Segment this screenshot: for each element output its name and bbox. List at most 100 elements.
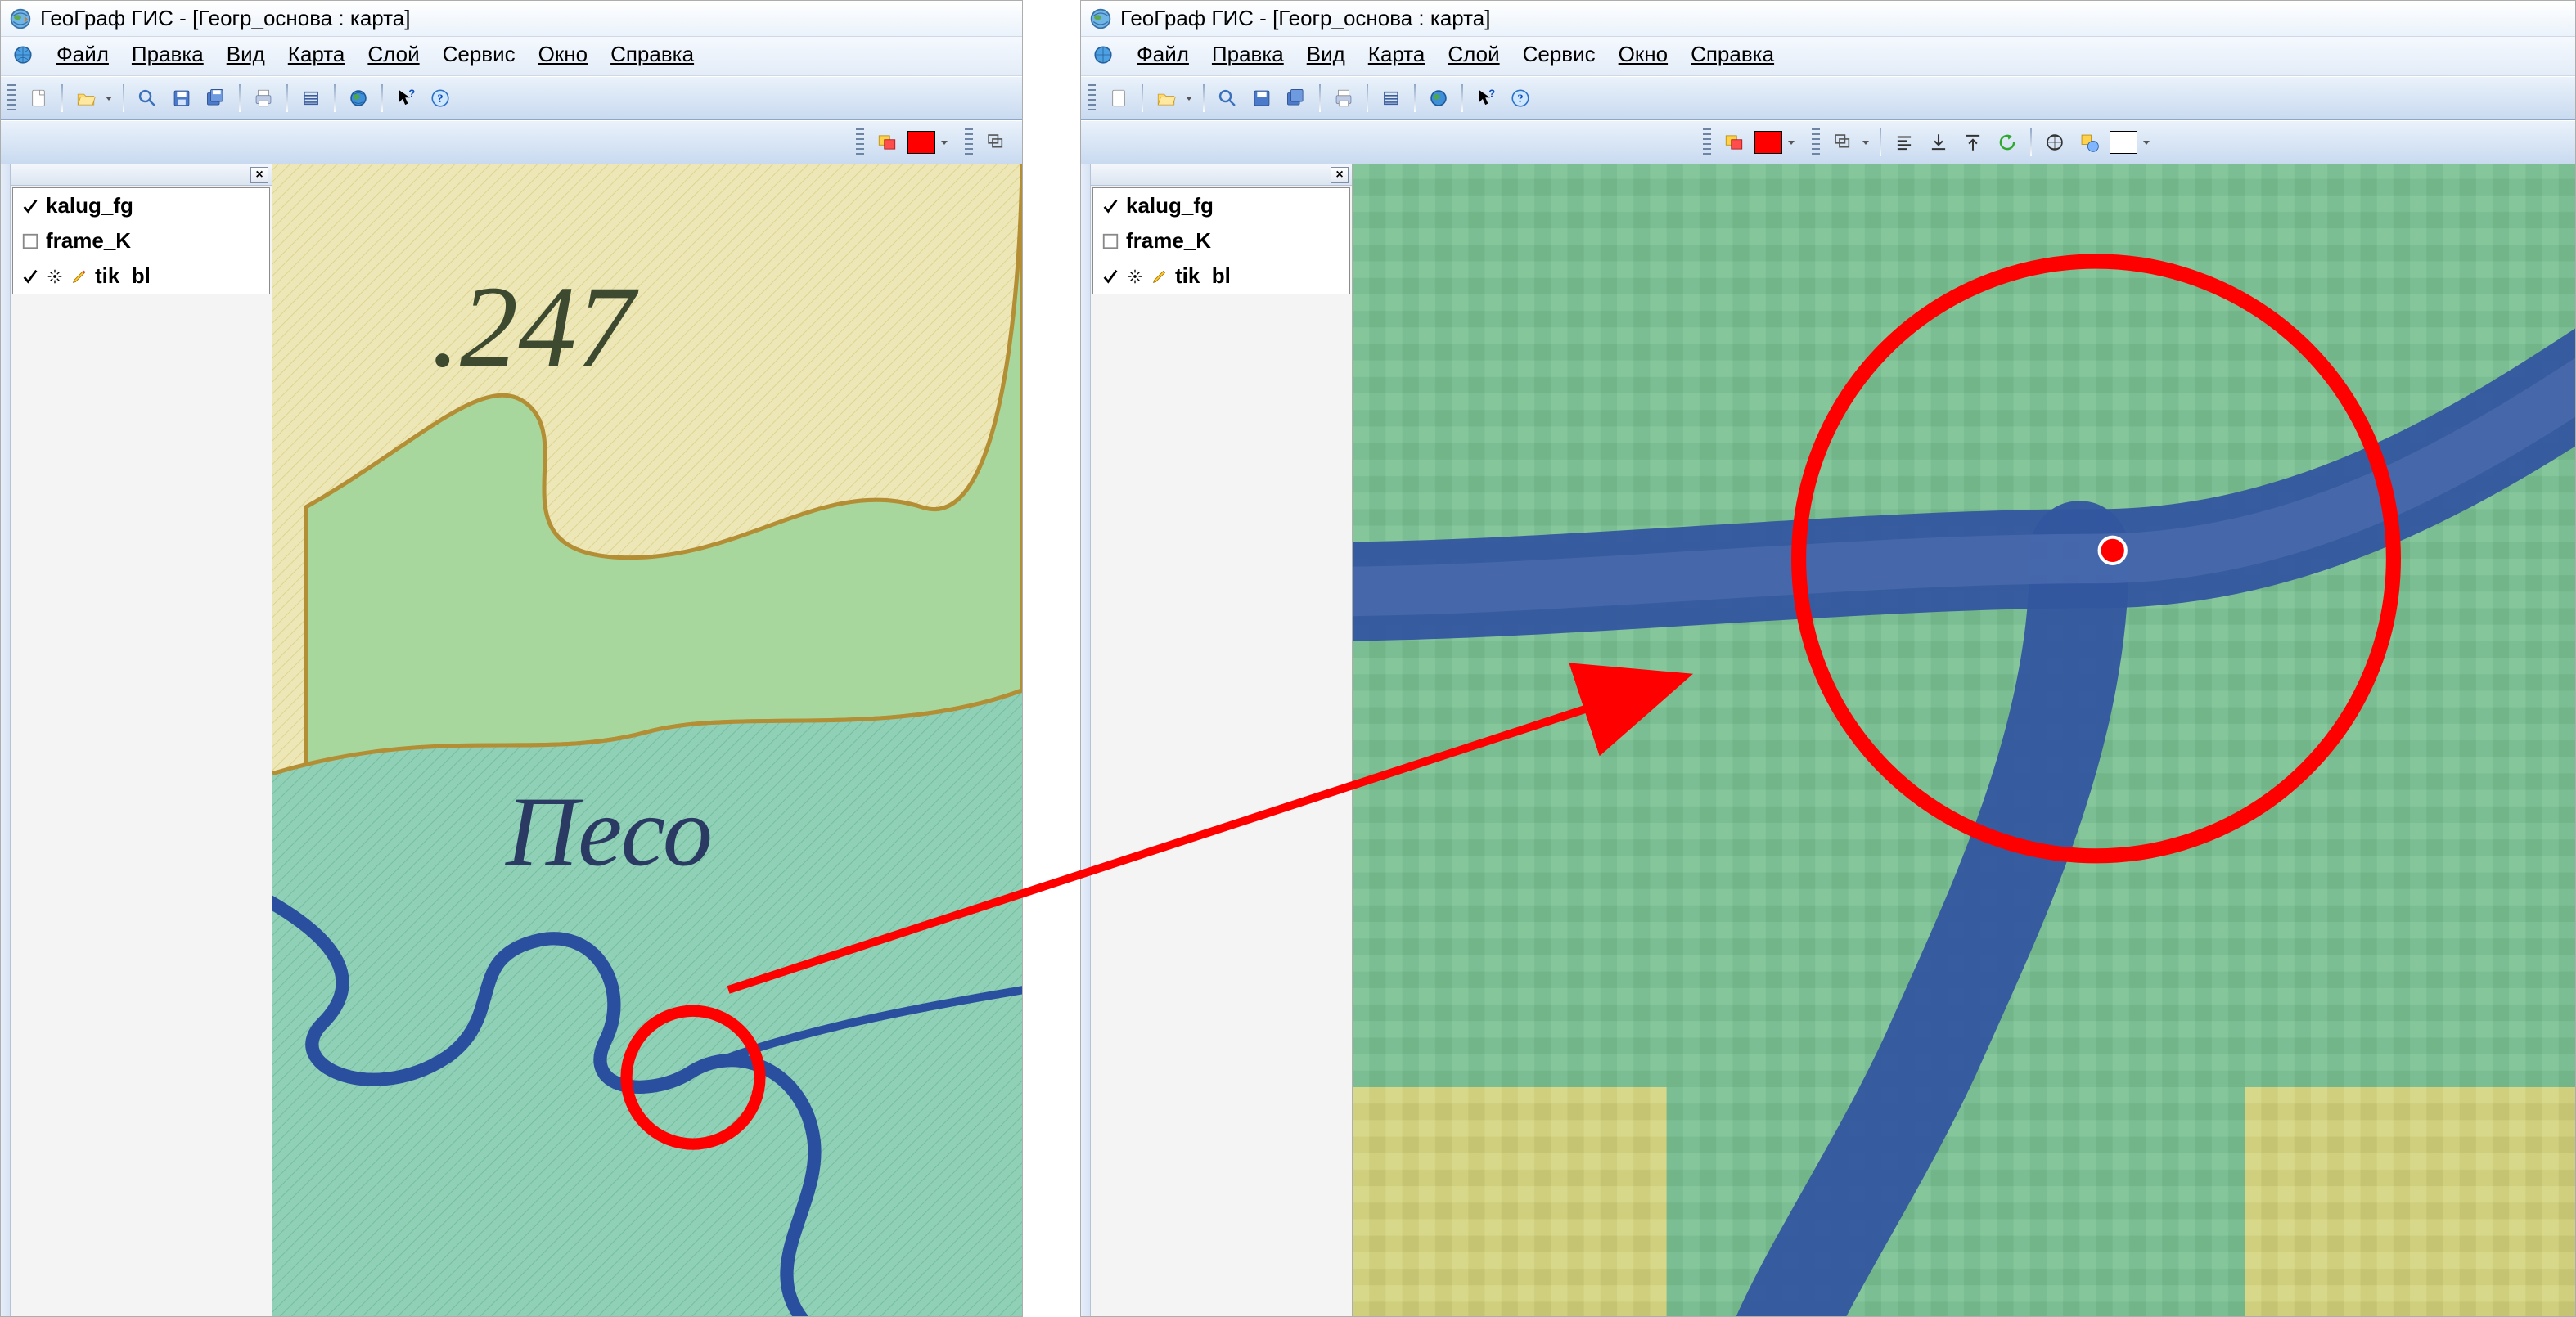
digitized-point — [2100, 537, 2126, 564]
help-button[interactable]: ? — [426, 83, 455, 113]
map-viewport[interactable]: .247 Песо — [272, 164, 1022, 1316]
layer-name: kalug_fg — [46, 193, 133, 218]
new-button[interactable] — [24, 83, 53, 113]
map-viewport[interactable] — [1353, 164, 2575, 1316]
world-button[interactable] — [344, 83, 373, 113]
menu-help[interactable]: Справка — [1691, 42, 1774, 67]
cascade-windows-button[interactable] — [981, 128, 1011, 157]
window-list-button[interactable] — [296, 83, 326, 113]
align-left-button[interactable] — [1889, 128, 1919, 157]
whats-this-button[interactable]: ? — [1471, 83, 1501, 113]
toolbar-grip[interactable] — [1812, 128, 1820, 156]
open-button[interactable] — [71, 83, 101, 113]
menu-layer[interactable]: Слой — [1448, 42, 1499, 67]
undo-button[interactable] — [1993, 128, 2022, 157]
layers-toggle-icon[interactable] — [1719, 128, 1749, 157]
help-button[interactable]: ? — [1506, 83, 1535, 113]
toolbar-grip[interactable] — [965, 128, 973, 156]
toolbar-grip[interactable] — [1703, 128, 1711, 156]
save-all-button[interactable] — [1281, 83, 1311, 113]
layers-toggle-icon[interactable] — [872, 128, 902, 157]
menu-file[interactable]: Файл — [1137, 42, 1189, 67]
titlebar: ГеоГраф ГИС - [Геогр_основа : карта] — [1, 1, 1022, 37]
panel-close-button[interactable]: × — [250, 167, 268, 183]
globe-icon[interactable] — [12, 44, 34, 65]
layer-list: kalug_fg frame_K tik_bl_ — [12, 187, 270, 294]
new-button[interactable] — [1104, 83, 1133, 113]
bring-up-button[interactable] — [1958, 128, 1988, 157]
save-button[interactable] — [1247, 83, 1277, 113]
check-icon — [21, 197, 39, 215]
menu-edit[interactable]: Правка — [1212, 42, 1284, 67]
layer-name: tik_bl_ — [1175, 263, 1242, 289]
layer-panel: × kalug_fg frame_K tik_bl_ — [11, 164, 272, 1316]
check-icon — [1101, 267, 1119, 285]
whats-this-button[interactable]: ? — [391, 83, 421, 113]
dock-gutter[interactable] — [1081, 164, 1091, 1316]
toolbar-grip[interactable] — [7, 84, 16, 112]
cascade-windows-button[interactable] — [1828, 128, 1858, 157]
open-button[interactable] — [1151, 83, 1181, 113]
toolbar-grip[interactable] — [1088, 84, 1096, 112]
elevation-label: .247 — [430, 262, 639, 391]
menu-help[interactable]: Справка — [610, 42, 694, 67]
layer-row[interactable]: kalug_fg — [1093, 188, 1349, 223]
cascade-dropdown[interactable] — [1860, 128, 1871, 157]
surface-color-swatch[interactable] — [2109, 128, 2138, 157]
save-button[interactable] — [167, 83, 196, 113]
surface-color-dropdown[interactable] — [2141, 128, 2152, 157]
menu-map[interactable]: Карта — [288, 42, 345, 67]
menu-service[interactable]: Сервис — [1523, 42, 1596, 67]
save-all-button[interactable] — [201, 83, 231, 113]
layer-name: frame_K — [1126, 228, 1211, 254]
shape-tool-button[interactable] — [2074, 128, 2104, 157]
layer-row[interactable]: kalug_fg — [13, 188, 269, 223]
app-icon — [1089, 7, 1112, 30]
globe-icon[interactable] — [1092, 44, 1114, 65]
check-icon — [21, 267, 39, 285]
pencil-icon — [1151, 267, 1169, 285]
send-down-button[interactable] — [1924, 128, 1953, 157]
menubar: Файл Правка Вид Карта Слой Сервис Окно С… — [1, 37, 1022, 76]
fill-color-dropdown[interactable] — [1786, 128, 1797, 157]
menu-layer[interactable]: Слой — [367, 42, 419, 67]
open-dropdown[interactable] — [103, 83, 115, 113]
layer-panel: × kalug_fg frame_K tik_bl_ — [1091, 164, 1353, 1316]
menu-edit[interactable]: Правка — [132, 42, 204, 67]
layer-row[interactable]: tik_bl_ — [13, 258, 269, 294]
window-list-button[interactable] — [1376, 83, 1406, 113]
fill-color-swatch[interactable] — [907, 128, 936, 157]
fill-color-dropdown[interactable] — [939, 128, 950, 157]
menu-view[interactable]: Вид — [227, 42, 265, 67]
layer-row[interactable]: frame_K — [1093, 223, 1349, 258]
toolbar-main: ? ? — [1081, 76, 2575, 120]
window-title: ГеоГраф ГИС - [Геогр_основа : карта] — [40, 6, 410, 31]
check-icon — [1101, 197, 1119, 215]
toolbar-grip[interactable] — [856, 128, 864, 156]
open-dropdown[interactable] — [1183, 83, 1195, 113]
layer-name: tik_bl_ — [95, 263, 162, 289]
layer-row[interactable]: tik_bl_ — [1093, 258, 1349, 294]
menu-view[interactable]: Вид — [1307, 42, 1345, 67]
layer-name: kalug_fg — [1126, 193, 1214, 218]
print-button[interactable] — [1329, 83, 1358, 113]
menu-window[interactable]: Окно — [1619, 42, 1668, 67]
layer-row[interactable]: frame_K — [13, 223, 269, 258]
menu-window[interactable]: Окно — [538, 42, 588, 67]
layer-name: frame_K — [46, 228, 131, 254]
world-button[interactable] — [1424, 83, 1453, 113]
zoom-button[interactable] — [133, 83, 162, 113]
layer-list: kalug_fg frame_K tik_bl_ — [1092, 187, 1350, 294]
fill-color-swatch[interactable] — [1754, 128, 1783, 157]
menu-file[interactable]: Файл — [56, 42, 109, 67]
svg-text:?: ? — [437, 92, 443, 106]
dock-gutter[interactable] — [1, 164, 11, 1316]
checkbox-empty-icon — [1101, 232, 1119, 250]
menu-map[interactable]: Карта — [1368, 42, 1425, 67]
grid-globe-button[interactable] — [2040, 128, 2069, 157]
toolbar-secondary — [1, 120, 1022, 164]
zoom-button[interactable] — [1213, 83, 1242, 113]
menu-service[interactable]: Сервис — [443, 42, 516, 67]
print-button[interactable] — [249, 83, 278, 113]
panel-close-button[interactable]: × — [1331, 167, 1349, 183]
